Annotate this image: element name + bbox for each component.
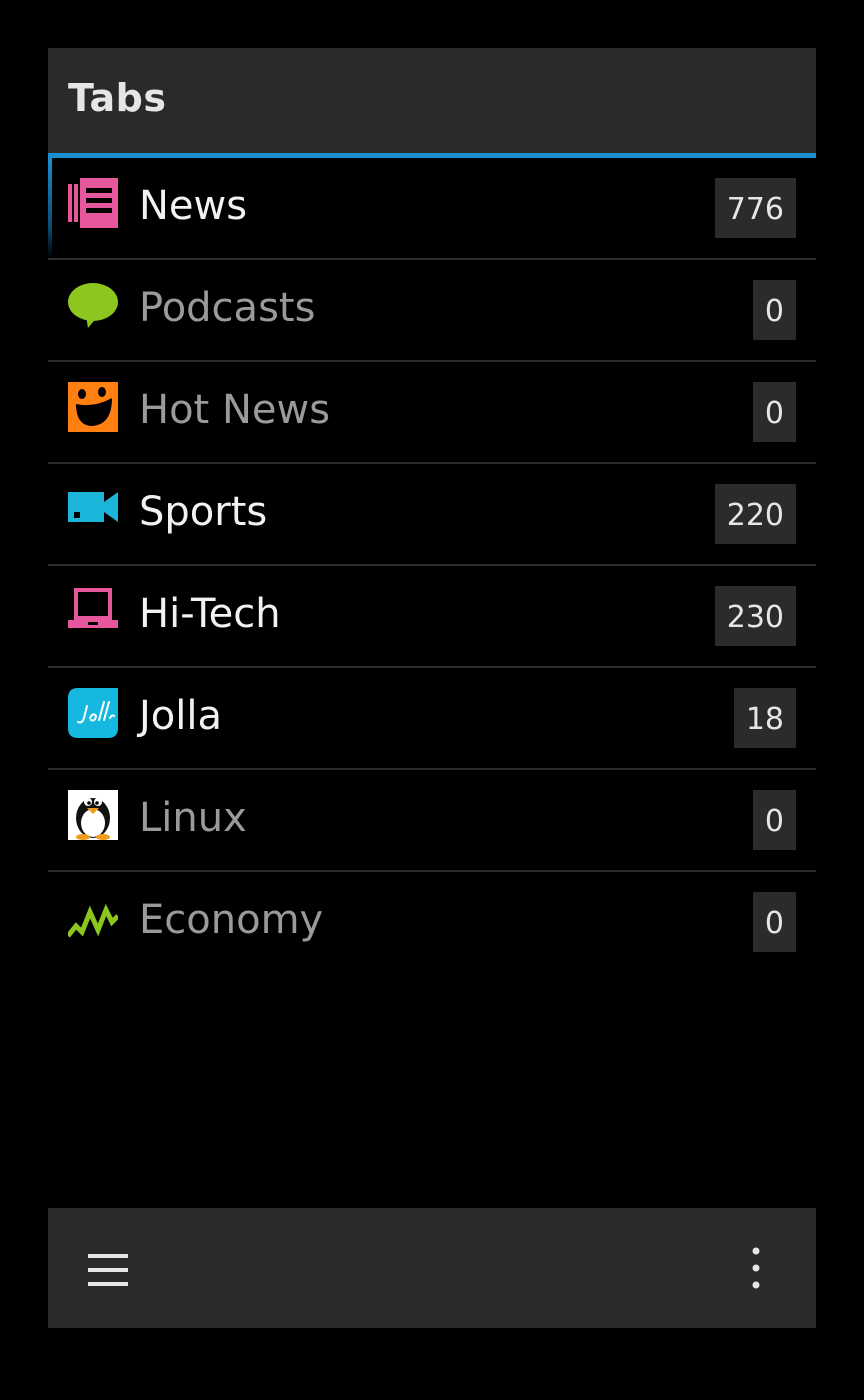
unread-count-badge: 18 [733,688,796,748]
unread-count-badge: 230 [714,586,796,646]
tab-item-jolla[interactable]: Jolla 18 [48,668,816,770]
unread-count-badge: 0 [752,790,796,850]
tab-item-linux[interactable]: Linux 0 [48,770,816,872]
tab-label: Hi-Tech [139,591,281,637]
newspaper-icon [68,178,118,228]
tab-label: News [139,183,248,229]
unread-count-badge: 776 [714,178,796,238]
tabs-screen: Tabs News 776 Podcasts 0 Hot News 0 Spor… [0,0,864,1400]
tab-item-hot-news[interactable]: Hot News 0 [48,362,816,464]
tab-item-podcasts[interactable]: Podcasts 0 [48,260,816,362]
jolla-logo-icon [68,688,118,738]
unread-count-badge: 0 [752,382,796,442]
tab-label: Linux [139,795,247,841]
laptop-icon [68,586,118,636]
tab-label: Podcasts [139,285,316,331]
more-vertical-icon[interactable] [736,1240,776,1296]
hamburger-menu-icon[interactable] [78,1244,138,1294]
unread-count-badge: 220 [714,484,796,544]
page-header: Tabs [48,48,816,154]
tab-label: Sports [139,489,268,535]
tab-label: Hot News [139,387,331,433]
unread-count-badge: 0 [752,280,796,340]
tab-label: Jolla [139,693,223,739]
tab-item-economy[interactable]: Economy 0 [48,872,816,972]
tab-list: News 776 Podcasts 0 Hot News 0 Sports 22… [48,158,816,972]
penguin-icon [68,790,118,840]
unread-count-badge: 0 [752,892,796,952]
tab-item-news[interactable]: News 776 [48,158,816,260]
page-title: Tabs [68,76,167,120]
smiley-icon [68,382,118,432]
speech-bubble-icon [68,280,118,330]
tab-label: Economy [139,897,324,943]
tab-item-hi-tech[interactable]: Hi-Tech 230 [48,566,816,668]
bottom-toolbar [48,1208,816,1328]
video-camera-icon [68,484,118,534]
tab-item-sports[interactable]: Sports 220 [48,464,816,566]
activity-graph-icon [68,892,118,942]
